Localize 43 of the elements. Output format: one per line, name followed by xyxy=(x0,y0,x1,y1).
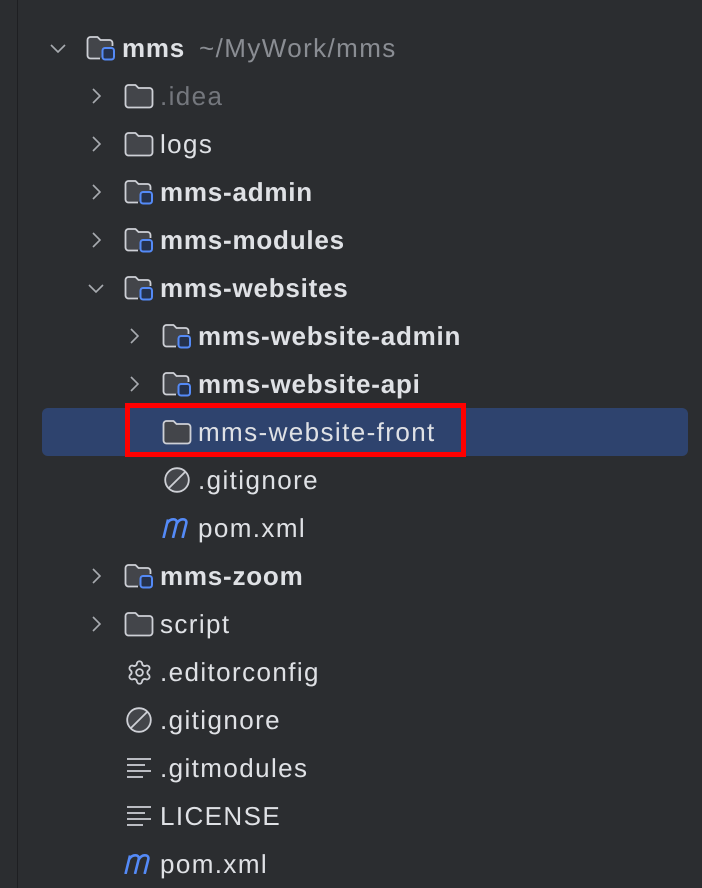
chevron-right-icon[interactable] xyxy=(92,184,100,200)
chevron-right-icon[interactable] xyxy=(92,232,100,248)
chevron-right-icon[interactable] xyxy=(92,616,100,632)
tree-item[interactable]: .gitignore xyxy=(42,696,688,744)
tree-item[interactable]: pom.xml xyxy=(42,504,688,552)
tree-item[interactable]: LICENSE xyxy=(42,792,688,840)
text-lines-icon xyxy=(127,806,151,826)
folder-icon xyxy=(162,419,192,445)
tree-item[interactable]: pom.xml xyxy=(42,840,688,888)
tree-item[interactable]: mms ~/MyWork/mms xyxy=(42,24,688,72)
tree-item[interactable]: mms-zoom xyxy=(42,552,688,600)
chevron-right-icon[interactable] xyxy=(130,328,138,344)
folder-icon xyxy=(124,131,154,157)
tree-item[interactable]: mms-modules xyxy=(42,216,688,264)
chevron-right-icon[interactable] xyxy=(92,568,100,584)
folder-badge-icon xyxy=(86,35,116,61)
folder-badge-icon xyxy=(124,275,154,301)
folder-badge-icon xyxy=(124,227,154,253)
folder-badge-icon xyxy=(124,179,154,205)
gear-icon xyxy=(126,658,152,686)
chevron-right-icon[interactable] xyxy=(92,136,100,152)
tree-item[interactable]: mms-admin xyxy=(42,168,688,216)
chevron-down-icon[interactable] xyxy=(88,284,104,292)
slashed-circle-icon xyxy=(126,707,152,733)
tree-item[interactable]: script xyxy=(42,600,688,648)
folder-icon xyxy=(124,83,154,109)
tree-item[interactable]: .gitmodules xyxy=(42,744,688,792)
folder-badge-icon xyxy=(124,563,154,589)
chevron-right-icon[interactable] xyxy=(130,376,138,392)
tree-item[interactable]: logs xyxy=(42,120,688,168)
folder-icon xyxy=(124,611,154,637)
path-hint: ~/MyWork/mms xyxy=(199,35,397,61)
folder-badge-icon xyxy=(162,323,192,349)
text-lines-icon xyxy=(127,758,151,778)
tree-item[interactable]: .editorconfig xyxy=(42,648,688,696)
folder-badge-icon xyxy=(162,371,192,397)
tree-item[interactable]: mms-website-admin xyxy=(42,312,688,360)
tree-item[interactable]: .gitignore xyxy=(42,456,688,504)
tree-item[interactable]: mms-websites xyxy=(42,264,688,312)
chevron-right-icon[interactable] xyxy=(92,88,100,104)
chevron-down-icon[interactable] xyxy=(50,44,66,52)
tree-item[interactable]: mms-website-api xyxy=(42,360,688,408)
slashed-circle-icon xyxy=(164,467,190,493)
